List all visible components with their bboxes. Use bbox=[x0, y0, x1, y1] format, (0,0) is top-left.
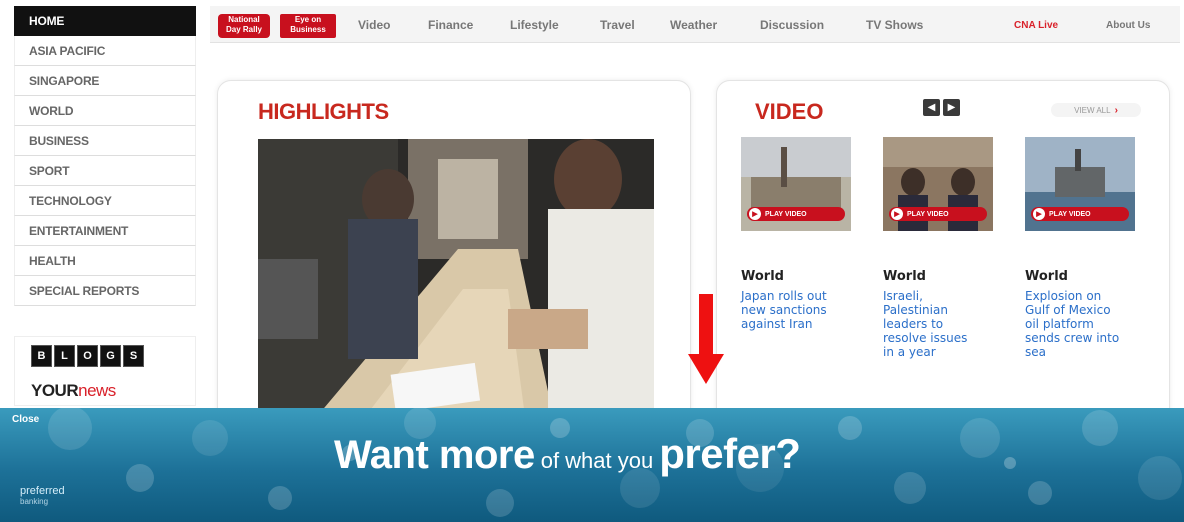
play-video-label: PLAY VIDEO bbox=[765, 210, 807, 218]
play-video-bar: ▶ PLAY VIDEO bbox=[747, 207, 845, 221]
nav-link-discussion[interactable]: Discussion bbox=[760, 18, 824, 32]
nav-item-health[interactable]: HEALTH bbox=[14, 246, 196, 276]
nav-item-asia-pacific[interactable]: ASIA PACIFIC bbox=[14, 36, 196, 66]
video-title: VIDEO bbox=[755, 99, 824, 124]
play-icon: ▶ bbox=[891, 208, 903, 220]
eye-on-business-badge[interactable]: Eye on Business bbox=[280, 14, 336, 38]
yournews-your: YOUR bbox=[31, 381, 79, 400]
highlights-title: HIGHLIGHTS bbox=[258, 99, 389, 124]
promo-banner[interactable]: Close Want more of what you prefer? prefer… bbox=[0, 408, 1184, 522]
banner-of-what-you: of what you bbox=[540, 448, 654, 473]
badge-line: National bbox=[228, 15, 260, 24]
preferred-banking-logo: preferred banking bbox=[20, 486, 65, 507]
blogs-tile: O bbox=[77, 345, 98, 367]
chevron-right-icon: ▶ bbox=[947, 102, 956, 113]
blogs-box: B L O G S YOURnews bbox=[14, 336, 196, 406]
video-next-button[interactable]: ▶ bbox=[943, 99, 960, 116]
nav-item-business[interactable]: BUSINESS bbox=[14, 126, 196, 156]
play-video-bar: ▶ PLAY VIDEO bbox=[1031, 207, 1129, 221]
video-thumb-1[interactable]: ▶ PLAY VIDEO bbox=[741, 137, 851, 231]
nav-link-about-us[interactable]: About Us bbox=[1106, 20, 1150, 31]
nav-link-finance[interactable]: Finance bbox=[428, 18, 473, 32]
banner-prefer: prefer? bbox=[659, 430, 801, 477]
play-icon: ▶ bbox=[749, 208, 761, 220]
view-all-label: VIEW ALL bbox=[1074, 105, 1111, 115]
video-thumb-2[interactable]: ▶ PLAY VIDEO bbox=[883, 137, 993, 231]
blogs-link[interactable]: B L O G S bbox=[31, 345, 144, 367]
red-down-arrow bbox=[688, 294, 724, 384]
nav-item-special-reports[interactable]: SPECIAL REPORTS bbox=[14, 276, 196, 306]
left-nav: HOME ASIA PACIFIC SINGAPORE WORLD BUSINE… bbox=[14, 6, 196, 306]
nav-item-entertainment[interactable]: ENTERTAINMENT bbox=[14, 216, 196, 246]
nav-item-singapore[interactable]: SINGAPORE bbox=[14, 66, 196, 96]
top-nav: National Day Rally Eye on Business Video… bbox=[210, 6, 1180, 43]
nav-item-technology[interactable]: TECHNOLOGY bbox=[14, 186, 196, 216]
video-2-category: World bbox=[883, 269, 926, 284]
nav-link-travel[interactable]: Travel bbox=[600, 18, 635, 32]
video-2-link[interactable]: Israeli, Palestinian leaders to resolve … bbox=[883, 289, 979, 359]
logo-line: banking bbox=[20, 497, 49, 506]
video-1-category: World bbox=[741, 269, 784, 284]
nav-link-cna-live[interactable]: CNA Live bbox=[1014, 20, 1058, 31]
badge-line: Business bbox=[290, 25, 326, 34]
video-3-link[interactable]: Explosion on Gulf of Mexico oil platform… bbox=[1025, 289, 1121, 359]
blogs-tile: S bbox=[123, 345, 144, 367]
national-day-rally-badge[interactable]: National Day Rally bbox=[218, 14, 270, 38]
chevron-right-icon: › bbox=[1114, 104, 1118, 116]
yournews-link[interactable]: YOURnews bbox=[31, 381, 116, 401]
yournews-news: news bbox=[78, 381, 116, 400]
badge-line: Day Rally bbox=[225, 25, 263, 34]
banner-close-button[interactable]: Close bbox=[12, 414, 39, 425]
blogs-tile: L bbox=[54, 345, 75, 367]
nav-link-weather[interactable]: Weather bbox=[670, 18, 717, 32]
nav-item-sport[interactable]: SPORT bbox=[14, 156, 196, 186]
play-video-label: PLAY VIDEO bbox=[1049, 210, 1091, 218]
highlights-photo[interactable] bbox=[258, 139, 654, 439]
video-thumb-3[interactable]: ▶ PLAY VIDEO bbox=[1025, 137, 1135, 231]
video-panel: VIDEO ◀ ▶ VIEW ALL › ▶ PLAY VIDEO ▶ PLAY… bbox=[716, 80, 1170, 442]
play-video-label: PLAY VIDEO bbox=[907, 210, 949, 218]
nav-item-world[interactable]: WORLD bbox=[14, 96, 196, 126]
banner-headline: Want more of what you prefer? bbox=[334, 430, 801, 478]
view-all-button[interactable]: VIEW ALL › bbox=[1051, 103, 1141, 117]
logo-line: preferred bbox=[20, 485, 65, 497]
nav-link-tv-shows[interactable]: TV Shows bbox=[866, 18, 923, 32]
video-3-category: World bbox=[1025, 269, 1068, 284]
chevron-left-icon: ◀ bbox=[927, 102, 936, 113]
nav-link-video[interactable]: Video bbox=[358, 18, 390, 32]
highlights-photo-image bbox=[258, 139, 654, 439]
nav-item-home[interactable]: HOME bbox=[14, 6, 196, 36]
video-prev-button[interactable]: ◀ bbox=[923, 99, 940, 116]
blogs-tile: B bbox=[31, 345, 52, 367]
video-1-link[interactable]: Japan rolls out new sanctions against Ir… bbox=[741, 289, 837, 331]
play-video-bar: ▶ PLAY VIDEO bbox=[889, 207, 987, 221]
badge-line: Eye on bbox=[294, 15, 322, 24]
banner-want-more: Want more bbox=[334, 433, 535, 477]
play-icon: ▶ bbox=[1033, 208, 1045, 220]
blogs-tile: G bbox=[100, 345, 121, 367]
nav-link-lifestyle[interactable]: Lifestyle bbox=[510, 18, 559, 32]
highlights-panel: HIGHLIGHTS bbox=[217, 80, 691, 442]
